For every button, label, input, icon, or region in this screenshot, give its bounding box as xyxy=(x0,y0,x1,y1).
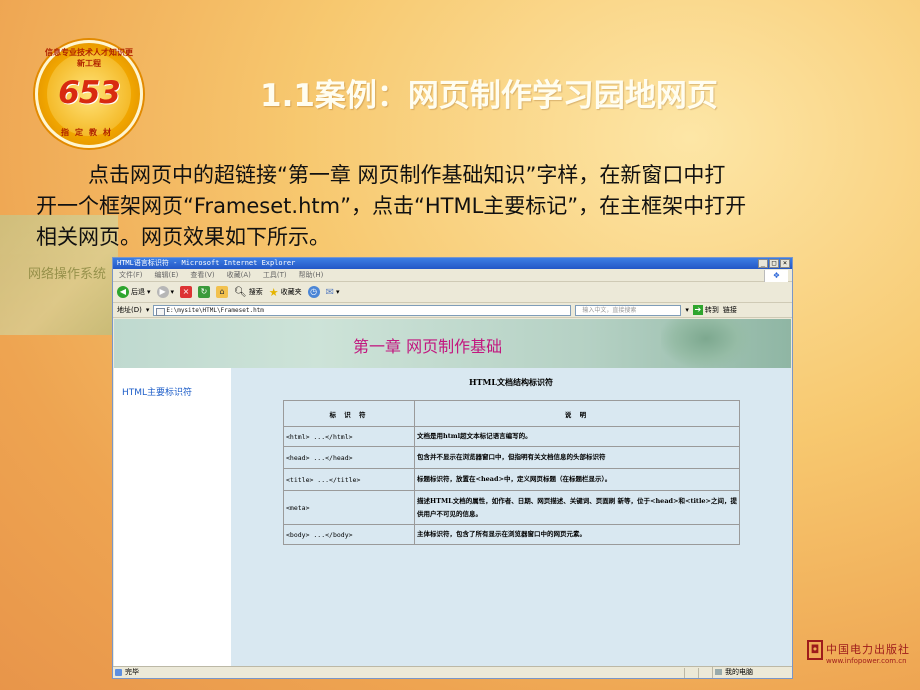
desc-cell: 描述HTML文档的属性，如作者、日期、网页描述、关键词、页面刷 新等，位于<he… xyxy=(414,490,740,525)
dropdown-arrow-icon: ▾ xyxy=(145,306,150,314)
tags-table: 标 识 符 说 明 <html> ...</html> 文档是用html超文本标… xyxy=(283,400,740,545)
history-icon[interactable]: ◷ xyxy=(307,286,320,298)
desc-cell: 标题标识符，放置在<head>中，定义网页标题（在标题栏显示）。 xyxy=(414,468,740,491)
address-input[interactable]: E:\mysite\HTML\Frameset.htm xyxy=(153,304,572,316)
table-header-row: 标 识 符 说 明 xyxy=(283,400,740,427)
paragraph-line: 开一个框架网页“Frameset.htm”，点击“HTML主要标记”，在主框架中… xyxy=(36,194,747,218)
logo-rim-top: 信息专业技术人才知识更新工程 xyxy=(45,48,133,68)
search-label: 搜索 xyxy=(248,288,263,296)
tag-cell: <title> ...</title> xyxy=(283,468,415,491)
back-arrow-icon: ◀ xyxy=(117,286,129,298)
menu-view[interactable]: 查看(V) xyxy=(190,270,214,280)
refresh-icon[interactable]: ↻ xyxy=(198,286,211,298)
table-row: <html> ...</html> 文档是用html超文本标记语言编写的。 xyxy=(283,426,740,447)
favorites-label: 收藏夹 xyxy=(280,288,302,296)
browser-title: HTML语言标识符 - Microsoft Internet Explorer xyxy=(117,259,296,267)
windows-logo-icon: ❖ xyxy=(764,270,788,282)
mail-button[interactable]: ✉ ▾ xyxy=(326,287,340,298)
status-lock-cell xyxy=(684,667,698,678)
desc-cell: 包含并不显示在浏览器窗口中，但指明有关文档信息的头部标识符 xyxy=(414,446,740,469)
slide-title: 1.1案例：网页制作学习园地网页 xyxy=(260,78,718,114)
tag-cell: <meta> xyxy=(283,490,415,525)
table-row: <head> ...</head> 包含并不显示在浏览器窗口中，但指明有关文档信… xyxy=(283,446,740,469)
address-bar: 地址(D) ▾ E:\mysite\HTML\Frameset.htm 输入中文… xyxy=(113,303,792,318)
frameset-content: 第一章 网页制作基础 HTML主要标识符 HTML文档结构标识符 标 识 符 说… xyxy=(114,319,791,666)
background-book-text: 网络操作系统 xyxy=(28,267,107,282)
left-frame: HTML主要标识符 xyxy=(114,368,231,666)
menu-favorites[interactable]: 收藏(A) xyxy=(227,270,251,280)
publisher-logo: ◘ 中国电力出版社 www.infopower.com.cn xyxy=(807,640,917,674)
minimize-button[interactable]: _ xyxy=(758,259,768,268)
logo-number: 653 xyxy=(58,75,121,111)
back-button[interactable]: ◀ 后退 ▾ xyxy=(117,286,151,298)
menu-edit[interactable]: 编辑(E) xyxy=(155,270,179,280)
star-icon: ★ xyxy=(268,285,279,299)
banner-title: 第一章 网页制作基础 xyxy=(353,337,503,356)
go-arrow-icon: ➔ xyxy=(692,305,703,315)
logo: 信息专业技术人才知识更新工程 653 指定教材 xyxy=(35,40,143,148)
mail-icon: ✉ xyxy=(325,286,334,298)
tag-cell: <html> ...</html> xyxy=(283,426,415,447)
search-icon: 🔍︎ xyxy=(234,286,247,298)
dropdown-arrow-icon[interactable]: ▾ xyxy=(685,306,689,314)
tag-cell: <body> ...</body> xyxy=(283,524,415,545)
status-text: 完毕 xyxy=(113,667,684,678)
publisher-mark-icon: ◘ xyxy=(807,640,823,660)
go-button[interactable]: ➔ 转到 xyxy=(692,305,719,315)
stop-icon[interactable]: × xyxy=(180,286,193,298)
forward-arrow-icon: ▶ xyxy=(156,286,169,298)
publisher-url: www.infopower.com.cn xyxy=(826,657,907,665)
maximize-button[interactable]: □ xyxy=(769,259,779,268)
address-label: 地址(D) xyxy=(117,306,142,314)
table-row: <body> ...</body> 主体标识符，包含了所有显示在浏览器窗口中的网… xyxy=(283,524,740,545)
links-button[interactable]: 链接 xyxy=(723,305,737,315)
main-frame: HTML文档结构标识符 标 识 符 说 明 <html> ...</html> … xyxy=(231,368,791,666)
paragraph-line: 相关网页。网页效果如下所示。 xyxy=(36,225,330,249)
column-header: 说 明 xyxy=(414,400,740,427)
status-bar: 完毕 我的电脑 xyxy=(113,666,792,678)
web-search-input[interactable]: 输入中文，直接搜索 xyxy=(575,304,682,316)
desc-cell: 主体标识符，包含了所有显示在浏览器窗口中的网页元素。 xyxy=(414,524,740,545)
table-row: <meta> 描述HTML文档的属性，如作者、日期、网页描述、关键词、页面刷 新… xyxy=(283,490,740,525)
forward-button[interactable]: ▶ ▾ xyxy=(156,286,175,298)
status-zone: 我的电脑 xyxy=(712,667,792,678)
column-header: 标 识 符 xyxy=(283,400,415,427)
table-row: <title> ...</title> 标题标识符，放置在<head>中，定义网… xyxy=(283,468,740,491)
paragraph-line: 点击网页中的超链接“第一章 网页制作基础知识”字样，在新窗口中打 xyxy=(88,163,726,187)
menu-tools[interactable]: 工具(T) xyxy=(263,270,287,280)
home-icon[interactable]: ⌂ xyxy=(216,286,229,298)
browser-window: HTML语言标识符 - Microsoft Internet Explorer … xyxy=(112,257,793,679)
html-tags-link[interactable]: HTML主要标识符 xyxy=(122,385,192,398)
table-title: HTML文档结构标识符 xyxy=(469,377,553,387)
publisher-name: 中国电力出版社 xyxy=(826,643,910,656)
toolbar: ◀ 后退 ▾ ▶ ▾ × ↻ ⌂ 🔍︎ 搜索 ★ 收藏夹 ◷ ✉ ▾ xyxy=(113,282,792,303)
close-button[interactable]: × xyxy=(780,259,790,268)
menu-help[interactable]: 帮助(H) xyxy=(299,270,324,280)
menu-bar: 文件(F) 编辑(E) 查看(V) 收藏(A) 工具(T) 帮助(H) ❖ xyxy=(113,269,792,282)
favorites-button[interactable]: ★ 收藏夹 xyxy=(269,286,302,299)
go-label: 转到 xyxy=(704,306,719,314)
browser-title-bar: HTML语言标识符 - Microsoft Internet Explorer … xyxy=(113,258,792,269)
banner-frame: 第一章 网页制作基础 xyxy=(114,319,791,368)
slide-paragraph: 点击网页中的超链接“第一章 网页制作基础知识”字样，在新窗口中打 开一个框架网页… xyxy=(36,160,916,253)
menu-file[interactable]: 文件(F) xyxy=(119,270,143,280)
desc-cell: 文档是用html超文本标记语言编写的。 xyxy=(414,426,740,447)
search-button[interactable]: 🔍︎ 搜索 xyxy=(234,287,263,298)
dropdown-arrow-icon: ▾ xyxy=(170,288,175,296)
dropdown-arrow-icon: ▾ xyxy=(147,288,151,296)
dropdown-arrow-icon: ▾ xyxy=(336,288,340,296)
back-label: 后退 xyxy=(131,288,145,296)
banner-tree-image xyxy=(661,319,751,368)
status-cell xyxy=(698,667,712,678)
tag-cell: <head> ...</head> xyxy=(283,446,415,469)
logo-rim-bottom: 指定教材 xyxy=(61,128,117,137)
window-buttons: _ □ × xyxy=(758,259,790,268)
